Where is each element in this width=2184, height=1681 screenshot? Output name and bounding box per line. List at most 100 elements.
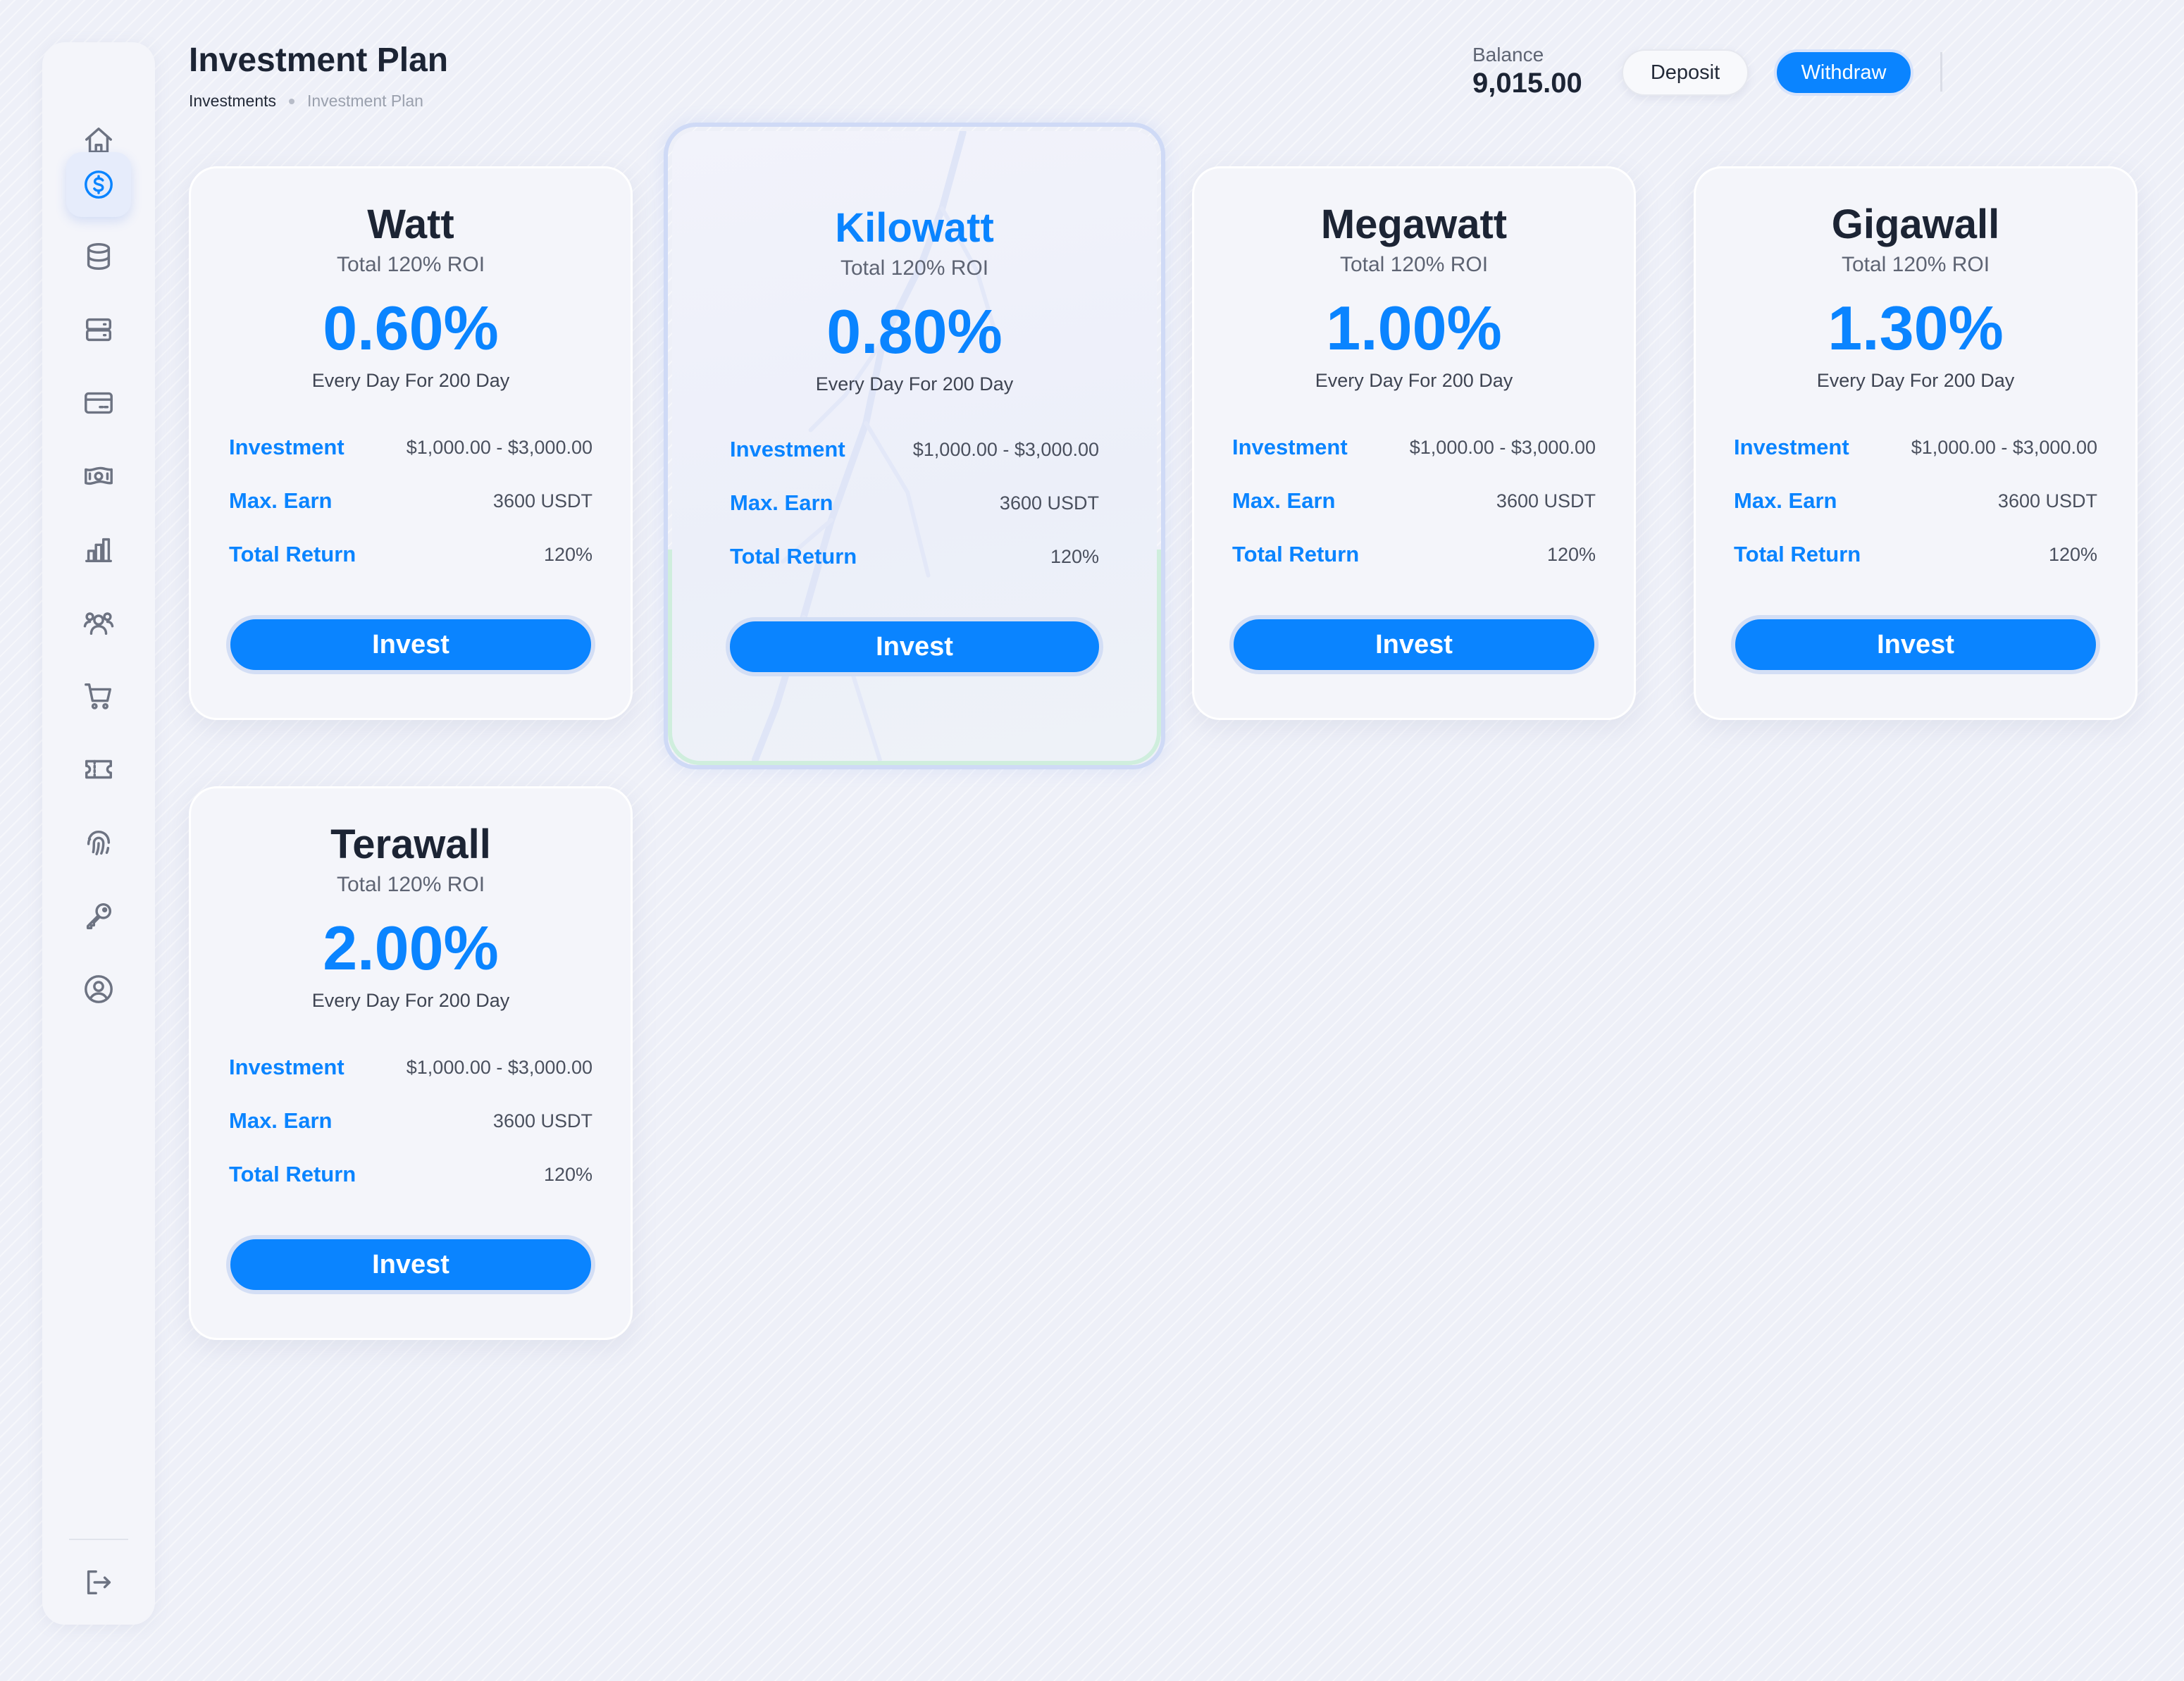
plan-period: Every Day For 200 Day (311, 370, 510, 391)
max-earn-row: Max. Earn 3600 USDT (730, 489, 1099, 517)
deposit-button[interactable]: Deposit (1622, 49, 1749, 96)
sidebar-item-profile[interactable] (66, 957, 131, 1022)
plan-card-watt: Watt Total 120% ROI 0.60% Every Day For … (189, 166, 633, 720)
page-title: Investment Plan (189, 42, 449, 79)
plan-card-kilowatt: Kilowatt Total 120% ROI 0.80% Every Day … (668, 127, 1161, 765)
user-circle-icon (85, 975, 113, 1003)
total-return-row: Total Return 120% (229, 1160, 592, 1189)
max-earn-value: 3600 USDT (1997, 490, 2097, 511)
plan-period: Every Day For 200 Day (1315, 370, 1513, 391)
plan-card-megawatt: Megawatt Total 120% ROI 1.00% Every Day … (1192, 166, 1636, 720)
total-return-row: Total Return 120% (730, 542, 1099, 571)
breadcrumb: Investments Investment Plan (189, 92, 423, 111)
withdraw-button[interactable]: Withdraw (1774, 49, 1913, 96)
banknote-icon (85, 466, 113, 485)
sidebar-item-server[interactable] (66, 297, 131, 362)
bar-chart-icon (85, 538, 112, 563)
logout-button[interactable] (66, 1550, 131, 1615)
users-icon (83, 612, 114, 635)
key-icon (86, 902, 112, 929)
plan-card-gigawall: Gigawall Total 120% ROI 1.30% Every Day … (1694, 166, 2138, 720)
max-earn-label: Max. Earn (229, 1108, 333, 1133)
max-earn-value: 3600 USDT (999, 492, 1099, 514)
total-return-row: Total Return 120% (1232, 540, 1596, 569)
investment-row: Investment $1,000.00 - $3,000.00 (730, 435, 1099, 464)
sidebar-item-tickets[interactable] (66, 737, 131, 802)
header-divider (1940, 52, 1942, 92)
invest-button[interactable]: Invest (226, 1235, 595, 1294)
investment-value: $1,000.00 - $3,000.00 (1911, 436, 2097, 458)
max-earn-row: Max. Earn 3600 USDT (229, 1107, 592, 1135)
plan-roi: Total 120% ROI (1841, 253, 1990, 276)
max-earn-row: Max. Earn 3600 USDT (1232, 487, 1596, 515)
plan-card-terawall: Terawall Total 120% ROI 2.00% Every Day … (189, 786, 633, 1340)
investment-row: Investment $1,000.00 - $3,000.00 (229, 433, 592, 461)
investment-label: Investment (1734, 435, 1849, 459)
investment-row: Investment $1,000.00 - $3,000.00 (1232, 433, 1596, 461)
sidebar-item-payments[interactable] (66, 444, 131, 509)
invest-button[interactable]: Invest (1731, 615, 2100, 674)
sidebar-item-security[interactable] (66, 810, 131, 875)
investment-value: $1,000.00 - $3,000.00 (912, 438, 1099, 460)
total-return-value: 120% (543, 1163, 592, 1185)
plan-roi: Total 120% ROI (1339, 253, 1489, 276)
investment-row: Investment $1,000.00 - $3,000.00 (229, 1053, 592, 1081)
sidebar-divider (69, 1539, 128, 1540)
total-return-label: Total Return (1734, 542, 1861, 566)
plan-daily-rate: 0.60% (323, 293, 499, 363)
investment-label: Investment (229, 1055, 345, 1079)
breadcrumb-item-investments[interactable]: Investments (189, 92, 276, 111)
sidebar-item-analytics[interactable] (66, 517, 131, 582)
plan-daily-rate: 1.00% (1326, 293, 1502, 363)
invest-button[interactable]: Invest (1229, 615, 1599, 674)
plan-name: Gigawall (1831, 201, 2000, 247)
total-return-value: 120% (2048, 543, 2097, 565)
max-earn-label: Max. Earn (1734, 488, 1837, 513)
max-earn-label: Max. Earn (1232, 488, 1336, 513)
max-earn-value: 3600 USDT (492, 1110, 592, 1131)
investment-label: Investment (730, 437, 845, 461)
sidebar-item-investments[interactable] (66, 152, 131, 217)
plan-period: Every Day For 200 Day (1816, 370, 2015, 391)
plan-daily-rate: 0.80% (826, 297, 1003, 366)
sidebar-item-team[interactable] (66, 590, 131, 655)
plan-name: Terawall (330, 821, 491, 867)
investment-value: $1,000.00 - $3,000.00 (406, 436, 592, 458)
investment-label: Investment (229, 435, 345, 459)
total-return-label: Total Return (229, 1162, 356, 1186)
plan-name: Megawatt (1320, 201, 1508, 247)
shopping-cart-icon (85, 683, 112, 709)
breadcrumb-separator (289, 98, 294, 104)
total-return-label: Total Return (730, 544, 857, 569)
server-icon (85, 318, 112, 342)
max-earn-value: 3600 USDT (492, 490, 592, 511)
fingerprint-icon (87, 830, 111, 856)
sidebar (42, 42, 155, 1625)
plan-period: Every Day For 200 Day (311, 990, 510, 1011)
max-earn-row: Max. Earn 3600 USDT (229, 487, 592, 515)
balance-value: 9,015.00 (1472, 68, 1582, 99)
total-return-label: Total Return (229, 542, 356, 566)
dollar-circle-icon (85, 170, 113, 199)
plan-roi: Total 120% ROI (336, 253, 485, 276)
sidebar-item-keys[interactable] (66, 883, 131, 948)
sidebar-item-database[interactable] (66, 224, 131, 289)
investment-value: $1,000.00 - $3,000.00 (406, 1056, 592, 1078)
credit-card-icon (85, 392, 113, 414)
investment-row: Investment $1,000.00 - $3,000.00 (1734, 433, 2097, 461)
total-return-label: Total Return (1232, 542, 1360, 566)
logout-icon (87, 1570, 111, 1595)
sidebar-item-cards[interactable] (66, 371, 131, 435)
sidebar-item-store[interactable] (66, 664, 131, 728)
database-icon (87, 243, 111, 270)
ticket-icon (85, 759, 112, 779)
invest-button[interactable]: Invest (726, 617, 1103, 676)
plan-name: Kilowatt (835, 205, 994, 251)
invest-button[interactable]: Invest (226, 615, 595, 674)
total-return-value: 120% (543, 543, 592, 565)
plan-name: Watt (367, 201, 454, 247)
plan-roi: Total 120% ROI (336, 873, 485, 896)
investment-value: $1,000.00 - $3,000.00 (1409, 436, 1596, 458)
plan-period: Every Day For 200 Day (815, 373, 1014, 395)
total-return-row: Total Return 120% (1734, 540, 2097, 569)
